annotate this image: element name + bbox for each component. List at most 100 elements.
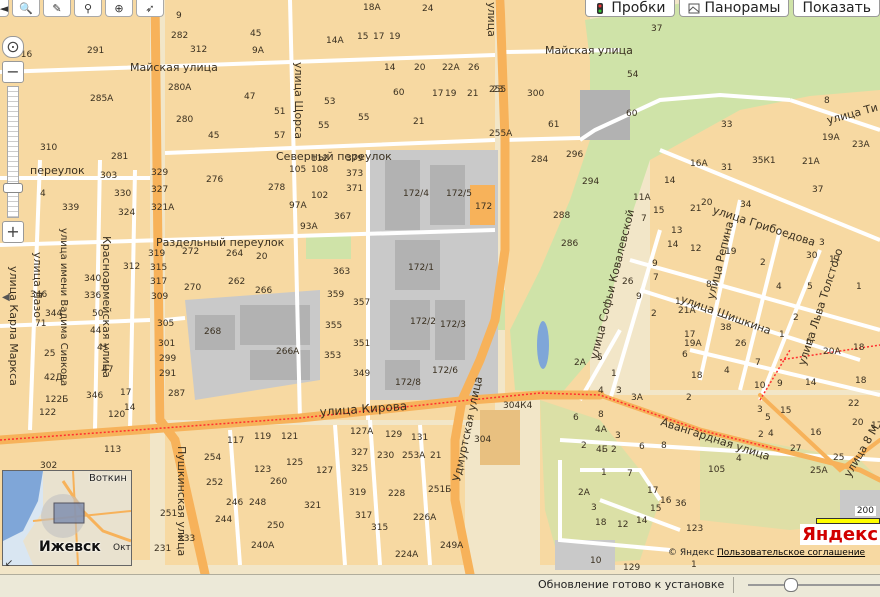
pointer-button[interactable]: ➶ [136,0,164,17]
minimap-collapse-icon[interactable]: ↙ [2,556,16,570]
house-number: 18 [595,518,607,528]
map-pin-icon: ⊕ [114,1,124,15]
house-number: 8 [824,96,830,106]
traffic-button[interactable]: Пробки [585,0,675,17]
ruler-button[interactable]: ◄ [0,0,9,17]
zoom-slider-knob[interactable] [3,183,23,193]
pan-left-arrow-icon[interactable]: ◀ [2,292,10,303]
house-number: 57 [274,131,285,141]
house-number: 224А [395,550,419,560]
house-number: 12 [617,520,628,530]
magnifier-button[interactable]: 🔍 [12,0,40,17]
house-number: 305 [157,319,174,329]
plus-icon: + [6,222,20,241]
house-number: 172/5 [446,189,472,199]
house-number: 325 [351,464,368,474]
house-number: 105 [708,465,725,475]
house-number: 17 [829,255,840,265]
house-number: 355 [325,321,342,331]
house-number: 357 [353,298,370,308]
house-number: 321 [304,501,321,511]
zoom-out-button[interactable]: − [2,61,24,83]
map-view[interactable]: Майская улица Майская улица Северный пер… [0,0,880,574]
house-number: 4 [724,366,730,376]
house-number: 129 [623,563,640,573]
house-number: 20А [823,347,841,357]
house-number: 2А [574,358,587,368]
panoramas-button[interactable]: Панорамы [678,0,790,17]
street-label-udmurtskaya-top: улица [485,2,498,37]
house-number: 312 [123,262,140,272]
house-number: 10 [590,556,602,566]
zoom-in-button[interactable]: + [2,221,24,243]
house-number: 4 [598,386,604,396]
house-number: 2 [760,258,766,268]
house-number: 14 [384,63,396,73]
house-number: 340 [84,274,101,284]
locate-button[interactable]: ⊙ [2,36,24,58]
zoom-slider[interactable] [3,86,23,218]
status-zoom-thumb[interactable] [784,578,798,592]
house-number: 309 [151,292,168,302]
house-number: 321А [151,203,175,213]
house-number: 264 [226,249,243,259]
house-number: 319 [148,249,165,259]
yandex-logo[interactable]: Яндекс [800,524,880,545]
show-button[interactable]: Показать [793,0,880,17]
house-number: 280 [176,115,193,125]
house-number: 19 [445,89,457,99]
street-label-sivkova: улица имени Вадима Сивкова [58,228,69,386]
house-number: 315 [150,263,167,273]
house-number: 254 [204,453,221,463]
house-number: 16А [690,159,708,169]
house-number: 45 [208,131,219,141]
house-number: 31 [721,163,732,173]
house-number: 117 [227,436,244,446]
house-number: 2 [611,445,617,455]
house-number: 105 [289,165,306,175]
traffic-light-icon [594,2,606,14]
house-number: 1 [611,369,617,379]
house-number: 53 [324,97,335,107]
house-number: 25 [44,349,55,359]
minimap-viewport[interactable] [53,502,85,524]
status-zoom-slider[interactable] [748,584,880,586]
house-number: 127 [316,466,333,476]
map-pin-button[interactable]: ⊕ [105,0,133,17]
minimap[interactable]: Воткин Ижевск Окт [2,470,132,566]
magnifier-icon: 🔍 [19,1,33,15]
house-number: 2 [793,313,799,323]
house-number: 15 [650,504,661,514]
house-number: 1 [691,560,697,570]
pencil-button[interactable]: ✎ [43,0,71,17]
house-number: 22 [848,399,859,409]
house-number: 304 [474,435,491,445]
house-number: 278 [268,183,285,193]
panoramas-label: Панорамы [704,0,781,16]
map-canvas[interactable]: Майская улица Майская улица Северный пер… [0,0,880,574]
house-number: 276 [206,175,223,185]
house-number: 248 [249,498,266,508]
user-agreement-link[interactable]: Пользовательское соглашение [717,548,865,558]
house-number: 113 [104,445,121,455]
house-number: 324 [118,208,135,218]
house-number: 42Д [44,373,62,383]
house-number: 9 [176,11,182,21]
house-number: 329 [151,168,168,178]
house-number: 249А [440,541,464,551]
house-number: 240А [251,541,275,551]
status-message: Обновление готово к установке [538,578,725,591]
house-number: 260 [270,477,287,487]
house-number: 1 [856,282,862,292]
house-number: 346 [30,290,47,300]
house-number: 122 [39,408,56,418]
status-bar: Обновление готово к установке [0,574,880,597]
house-number: 18 [691,371,703,381]
house-number: 41 [97,343,108,353]
house-number: 24 [422,4,434,14]
house-number: 47 [102,365,113,375]
house-number: 353 [324,351,341,361]
house-number: 8 [661,441,667,451]
house-number: 2 [581,441,587,451]
route-button[interactable]: ⚲ [74,0,102,17]
